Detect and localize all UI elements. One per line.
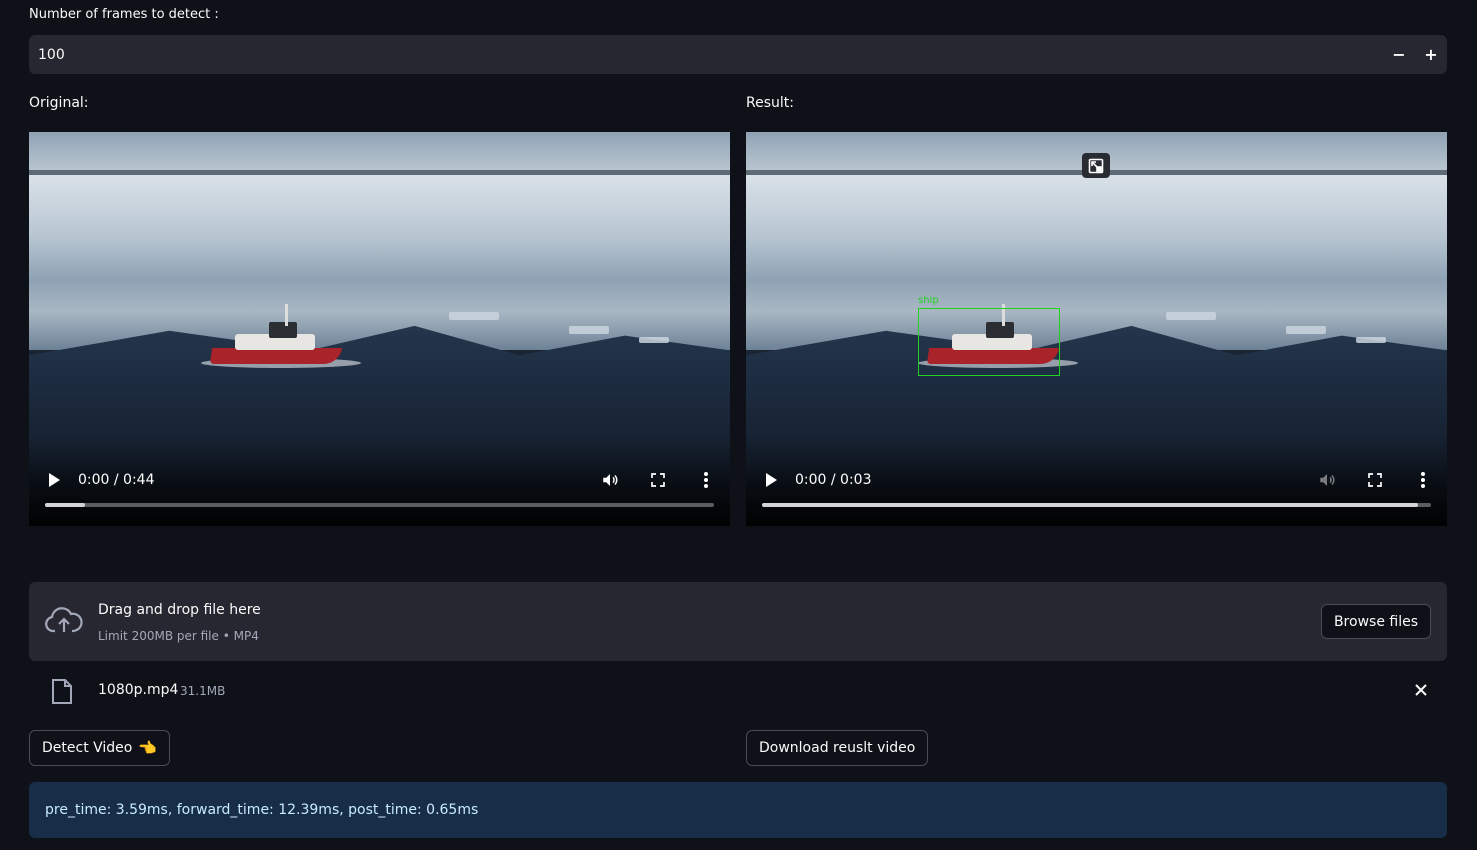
play-icon[interactable]: [766, 473, 777, 487]
ice-floe: [1166, 312, 1216, 320]
decrement-button[interactable]: −: [1383, 35, 1415, 74]
progress-fill: [762, 503, 1418, 507]
dropzone-subtitle: Limit 200MB per file • MP4: [98, 629, 259, 643]
progress-bar[interactable]: [45, 503, 714, 507]
tugboat-image: [201, 304, 361, 374]
more-options-icon[interactable]: [1413, 470, 1433, 490]
detection-label: ship: [918, 295, 939, 306]
result-label: Result:: [746, 95, 794, 111]
ice-floe: [1356, 337, 1386, 343]
time-display: 0:00 / 0:44: [78, 472, 155, 488]
fullscreen-icon[interactable]: [1365, 470, 1385, 490]
ice-floe: [639, 337, 669, 343]
increment-button[interactable]: +: [1415, 35, 1447, 74]
detect-video-button[interactable]: Detect Video 👈: [29, 730, 171, 766]
progress-fill: [45, 503, 86, 507]
fullscreen-icon[interactable]: [648, 470, 668, 490]
ice-floe: [1286, 326, 1326, 334]
detection-bounding-box: [918, 308, 1060, 376]
volume-icon[interactable]: [600, 470, 620, 490]
video-controls: 0:00 / 0:44: [29, 462, 730, 498]
result-video-player[interactable]: ship 0:00 / 0:03: [746, 132, 1447, 526]
volume-icon[interactable]: [1317, 470, 1337, 490]
browse-files-button[interactable]: Browse files: [1320, 604, 1431, 639]
frames-input-value[interactable]: 100: [29, 47, 1383, 63]
picture-in-picture-icon[interactable]: [1082, 153, 1110, 178]
remove-file-close-icon[interactable]: [1412, 681, 1430, 703]
uploaded-file-name: 1080p.mp4: [98, 682, 179, 698]
frames-number-input[interactable]: 100 − +: [29, 35, 1447, 74]
dropzone-title: Drag and drop file here: [98, 602, 261, 618]
timing-info-box: pre_time: 3.59ms, forward_time: 12.39ms,…: [29, 782, 1447, 838]
download-result-video-button[interactable]: Download reuslt video: [746, 730, 929, 766]
ice-floe: [449, 312, 499, 320]
uploaded-file-size: 31.1MB: [180, 684, 226, 698]
ice-floe: [569, 326, 609, 334]
pointing-hand-icon: 👈: [138, 739, 158, 757]
original-label: Original:: [29, 95, 89, 111]
time-display: 0:00 / 0:03: [795, 472, 872, 488]
video-frame-ice: [29, 175, 730, 350]
original-video-player[interactable]: 0:00 / 0:44: [29, 132, 730, 526]
progress-bar[interactable]: [762, 503, 1431, 507]
video-frame-ice: [746, 175, 1447, 350]
cloud-upload-icon: [45, 606, 83, 638]
video-controls: 0:00 / 0:03: [746, 462, 1447, 498]
file-icon: [51, 678, 73, 709]
play-icon[interactable]: [49, 473, 60, 487]
detect-video-label: Detect Video: [42, 740, 133, 756]
frames-label: Number of frames to detect :: [29, 7, 219, 22]
file-uploader-dropzone[interactable]: Drag and drop file here Limit 200MB per …: [29, 582, 1447, 661]
more-options-icon[interactable]: [696, 470, 716, 490]
app: Number of frames to detect : 100 − + Ori…: [0, 0, 1477, 850]
